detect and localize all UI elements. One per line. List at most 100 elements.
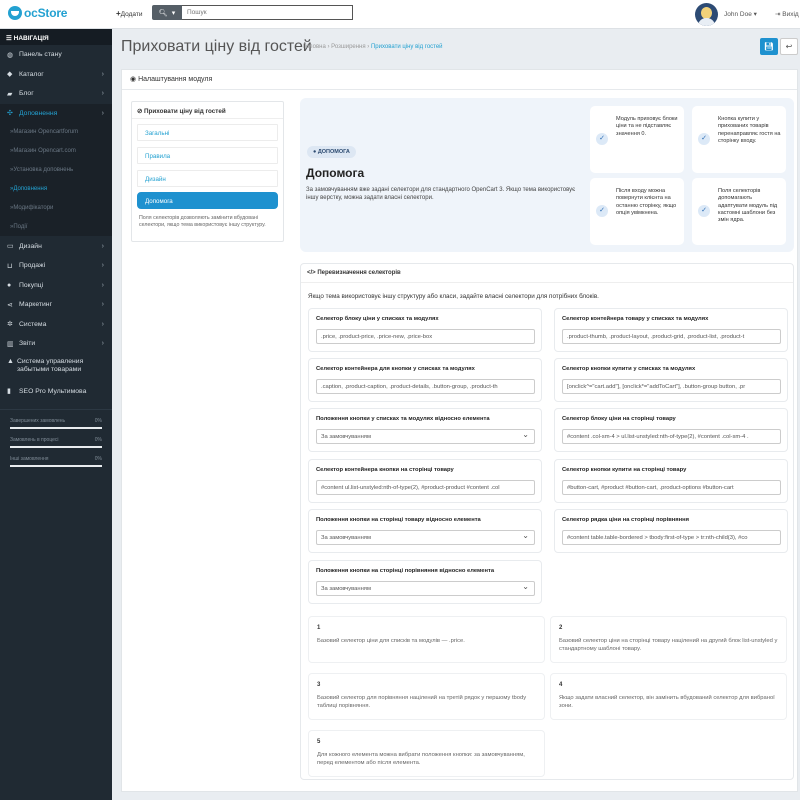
tab-item[interactable]: Дизайн	[137, 170, 278, 187]
chevron-right-icon: ›	[101, 301, 104, 309]
help-note: 2 Базовий селектор ціни на сторінці товар…	[550, 616, 787, 663]
caret-down-icon: ▾	[171, 9, 176, 17]
search-icon: 🔍︎	[158, 9, 168, 17]
selector-input[interactable]: #content .col-sm-4 > ul.list-unstyled:nt…	[562, 429, 781, 444]
user-icon: ●	[7, 281, 12, 289]
selector-input[interactable]: .product-thumb, .product-layout, .produc…	[562, 329, 781, 344]
sidebar-item[interactable]: ⊔ Продажі ›	[0, 256, 112, 276]
submenu-item[interactable]: » Доповнення	[0, 179, 112, 199]
check-icon: ✓	[698, 133, 710, 145]
selector-field-label: Положення кнопки на сторінці товару відн…	[316, 517, 481, 523]
selector-field-label: Селектор контейнера товару у списках та …	[562, 316, 709, 322]
stat-progress-bar	[10, 426, 102, 429]
settings-panel: ◉ Налаштування модуля ⊘ Приховати ціну в…	[121, 69, 798, 792]
sidebar-item[interactable]: ▥ Звіти ›	[0, 334, 112, 354]
submenu-item[interactable]: » Магазин Opencart.com	[0, 141, 112, 161]
sidebar-item[interactable]: ◆ Каталог ›	[0, 65, 112, 85]
selector-input[interactable]: [onclick^="cart.add"], [onclick*="addToC…	[562, 379, 781, 394]
position-select[interactable]: За замовчуванням	[316, 581, 535, 596]
tab-item[interactable]: Загальні	[137, 124, 278, 141]
search-dropdown-button[interactable]: 🔍︎ ▾	[152, 5, 182, 20]
stat-row: Завершених замовлень 0%	[10, 418, 102, 424]
chevron-right-icon: ›	[101, 109, 104, 117]
stat-row: Інші замовлення 0%	[10, 456, 102, 462]
tabs-heading-label: Приховати ціну від гостей	[144, 108, 226, 115]
chevron-right-icon: ›	[101, 242, 104, 250]
gear-icon: ✲	[7, 321, 13, 329]
sidebar-item[interactable]: ▰ Блог ›	[0, 84, 112, 104]
selector-heading: </> Перевизначення селекторів	[301, 264, 793, 283]
sidebar-item[interactable]: ● Покупці ›	[0, 275, 112, 295]
note-text: Базовий селектор для порівняння націлени…	[317, 695, 527, 709]
selector-field-label: Селектор блоку ціни у списках та модулях	[316, 316, 439, 322]
submenu-item-label: Модифікатори	[13, 205, 54, 211]
tab-item[interactable]: Допомога	[137, 192, 278, 209]
sidebar-item-label: Блог	[19, 90, 34, 98]
back-button[interactable]: ↩	[780, 38, 798, 55]
user-avatar[interactable]	[695, 3, 718, 26]
submenu-item[interactable]: » Події	[0, 217, 112, 237]
stat-progress-fill	[10, 445, 102, 448]
position-select[interactable]: За замовчуванням	[316, 530, 535, 545]
help-badge: ● ДОПОМОГА	[307, 146, 356, 158]
breadcrumb-home[interactable]: Головна	[303, 44, 326, 50]
sidebar-item-label: Система управления забытыми товарами	[16, 358, 84, 374]
submenu-item[interactable]: » Магазин Opencartforum	[0, 123, 112, 142]
lock-icon: ▲	[7, 358, 14, 366]
nav-title: НАВІГАЦІЯ	[13, 35, 49, 42]
breadcrumb-current[interactable]: Приховати ціну від гостей	[371, 44, 443, 50]
help-card-text: Модуль приховує блоки ціни та не підстав…	[616, 116, 678, 137]
eye-icon: ◉	[130, 76, 137, 83]
selector-input[interactable]: #content ul.list-unstyled:nth-of-type(2)…	[316, 480, 535, 495]
info-icon: ●	[313, 149, 317, 155]
selector-input[interactable]: #content table.table-bordered > tbody:fi…	[562, 530, 781, 545]
selector-field-label: Селектор кнопки купити на сторінці товар…	[562, 467, 687, 473]
sidebar-item-label: Покупці	[19, 281, 44, 289]
user-menu[interactable]: John Doe ▾	[724, 10, 757, 18]
sidebar-item[interactable]: ▮ SEO Pro Мультимова	[0, 381, 112, 401]
chevron-right-icon: ›	[101, 340, 104, 348]
selector-input[interactable]: .price, .product-price, .price-new, .pri…	[316, 329, 535, 344]
sidebar-item[interactable]: ⋖ Маркетинг ›	[0, 295, 112, 315]
submenu-item[interactable]: » Модифікатори	[0, 198, 112, 218]
logout-link[interactable]: ⇥ Вихід	[775, 10, 799, 18]
sidebar-item[interactable]: ✲ Система ›	[0, 314, 112, 334]
page-title: Приховати ціну від гостей	[121, 38, 312, 55]
save-button[interactable]: 💾︎	[760, 38, 778, 55]
tab-item[interactable]: Правила	[137, 147, 278, 164]
save-icon: 💾︎	[763, 42, 775, 51]
note-text: Базовий селектор ціни для списків та мод…	[317, 638, 465, 644]
selector-field-label: Положення кнопки на сторінці порівняння …	[316, 568, 495, 574]
submenu-item-label: Магазин Opencart.com	[13, 148, 76, 155]
position-select[interactable]: За замовчуванням	[316, 429, 535, 444]
breadcrumb-extensions[interactable]: Розширення	[331, 44, 365, 50]
sidebar-item[interactable]: ✣ Доповнення ›	[0, 103, 112, 123]
sidebar-item-label: Система	[19, 320, 47, 328]
chevron-right-icon: ›	[101, 70, 104, 78]
module-tabs: ⊘ Приховати ціну від гостей Загальні Прав…	[131, 101, 284, 242]
submenu-item[interactable]: » Установка доповнень	[0, 160, 112, 180]
selector-input[interactable]: #button-cart, #product #button-cart, .pr…	[562, 480, 781, 495]
selector-field: Положення кнопки у списках та модулях ві…	[308, 408, 542, 452]
ocstore-logo[interactable]: ocStore	[8, 6, 67, 20]
sidebar-item[interactable]: ▭ Дизайн ›	[0, 236, 112, 256]
sidebar-item[interactable]: ▲ Система управления забытыми товарами	[0, 353, 112, 381]
stat-label: Інші замовлення	[10, 455, 49, 462]
help-card: ✓ Після входу можна повернути клієнта на …	[590, 178, 684, 245]
selector-field-label: Селектор контейнера кнопки на сторінці т…	[316, 467, 454, 473]
sidebar-item-label: Продажі	[19, 262, 46, 270]
sidebar-item-label: Дизайн	[19, 242, 42, 250]
help-note: 1 Базовий селектор ціни для списків та мо…	[308, 616, 545, 663]
nav-heading: ☰ НАВІГАЦІЯ	[0, 29, 112, 45]
help-card-text: Кнопка купити у прихованих товарів перен…	[718, 116, 781, 144]
share-icon: ⋖	[7, 301, 13, 309]
folder-icon: ▰	[7, 90, 13, 98]
book-icon: ▮	[7, 388, 11, 396]
add-button[interactable]: +Додати	[116, 9, 143, 18]
search-input[interactable]	[182, 5, 353, 20]
help-note: 3 Базовий селектор для порівняння націлен…	[308, 673, 545, 720]
selector-field: Селектор контейнера кнопки на сторінці т…	[308, 459, 542, 503]
sidebar-item[interactable]: ◍ Панель стану	[0, 45, 112, 65]
sidebar-item-label: Каталог	[19, 70, 44, 78]
selector-input[interactable]: .caption, .product-caption, .product-det…	[316, 379, 535, 394]
